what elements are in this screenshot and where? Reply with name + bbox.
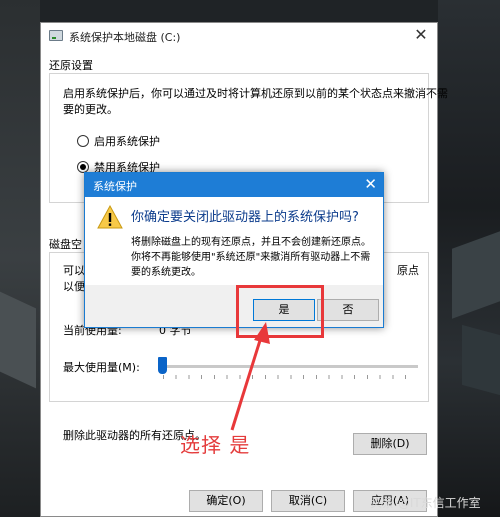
dialog-heading: 你确定要关闭此驱动器上的系统保护吗? bbox=[131, 210, 359, 225]
drive-icon bbox=[49, 30, 63, 41]
window-title: 系统保护本地磁盘 (C:) bbox=[69, 31, 181, 44]
delete-button[interactable]: 删除(D) bbox=[353, 433, 427, 455]
window-title-bar[interactable]: 系统保护本地磁盘 (C:) ✕ bbox=[41, 23, 437, 49]
close-icon[interactable]: ✕ bbox=[364, 175, 377, 193]
dialog-body-line: 将删除磁盘上的现有还原点，并且不会创建新还原点。 bbox=[131, 237, 371, 248]
restore-description: 启用系统保护后，你可以通过及时将计算机还原到以前的某个状态点来撤消不需 要的更改… bbox=[63, 86, 448, 118]
watermark: 头条 @IT东信工作室 bbox=[370, 496, 481, 510]
warning-icon bbox=[97, 205, 123, 229]
disk-desc-fragment: 以便 bbox=[63, 280, 85, 293]
dialog-body-line: 要的系统更改。 bbox=[131, 267, 201, 278]
desktop-decoration bbox=[0, 291, 36, 389]
max-usage-label: 最大使用量(M): bbox=[63, 361, 140, 374]
max-usage-slider-track[interactable] bbox=[163, 365, 418, 368]
radio-button[interactable] bbox=[77, 135, 89, 147]
yes-button[interactable]: 是 bbox=[253, 299, 315, 321]
radio-enable-protection[interactable]: 启用系统保护 bbox=[77, 133, 160, 149]
cancel-button[interactable]: 取消(C) bbox=[271, 490, 345, 512]
disk-desc-fragment: 可以 bbox=[63, 264, 85, 277]
close-icon[interactable]: ✕ bbox=[411, 25, 431, 44]
no-button[interactable]: 否 bbox=[317, 299, 379, 321]
slider-ticks bbox=[163, 375, 418, 379]
desktop-decoration bbox=[462, 324, 500, 396]
restore-description-line: 要的更改。 bbox=[63, 103, 118, 116]
dialog-title: 系统保护 bbox=[93, 180, 137, 193]
max-usage-slider-thumb[interactable] bbox=[158, 357, 167, 374]
radio-label: 启用系统保护 bbox=[94, 135, 160, 148]
dialog-body: 将删除磁盘上的现有还原点，并且不会创建新还原点。 你将不再能够使用"系统还原"来… bbox=[131, 235, 371, 280]
confirm-dialog: 系统保护 ✕ 你确定要关闭此驱动器上的系统保护吗? 将删除磁盘上的现有还原点，并… bbox=[84, 172, 384, 328]
annotation-text: 选择 是 bbox=[180, 433, 251, 457]
desktop-background-left bbox=[0, 0, 40, 517]
disk-desc-fragment: 原点 bbox=[397, 264, 419, 277]
dialog-title-bar[interactable]: 系统保护 ✕ bbox=[85, 173, 383, 197]
restore-description-line: 启用系统保护后，你可以通过及时将计算机还原到以前的某个状态点来撤消不需 bbox=[63, 87, 448, 100]
disk-space-label: 磁盘空 bbox=[49, 238, 82, 251]
dialog-body-line: 你将不再能够使用"系统还原"来撤消所有驱动器上不需 bbox=[131, 252, 371, 263]
restore-settings-label: 还原设置 bbox=[49, 59, 93, 72]
ok-button[interactable]: 确定(O) bbox=[189, 490, 263, 512]
